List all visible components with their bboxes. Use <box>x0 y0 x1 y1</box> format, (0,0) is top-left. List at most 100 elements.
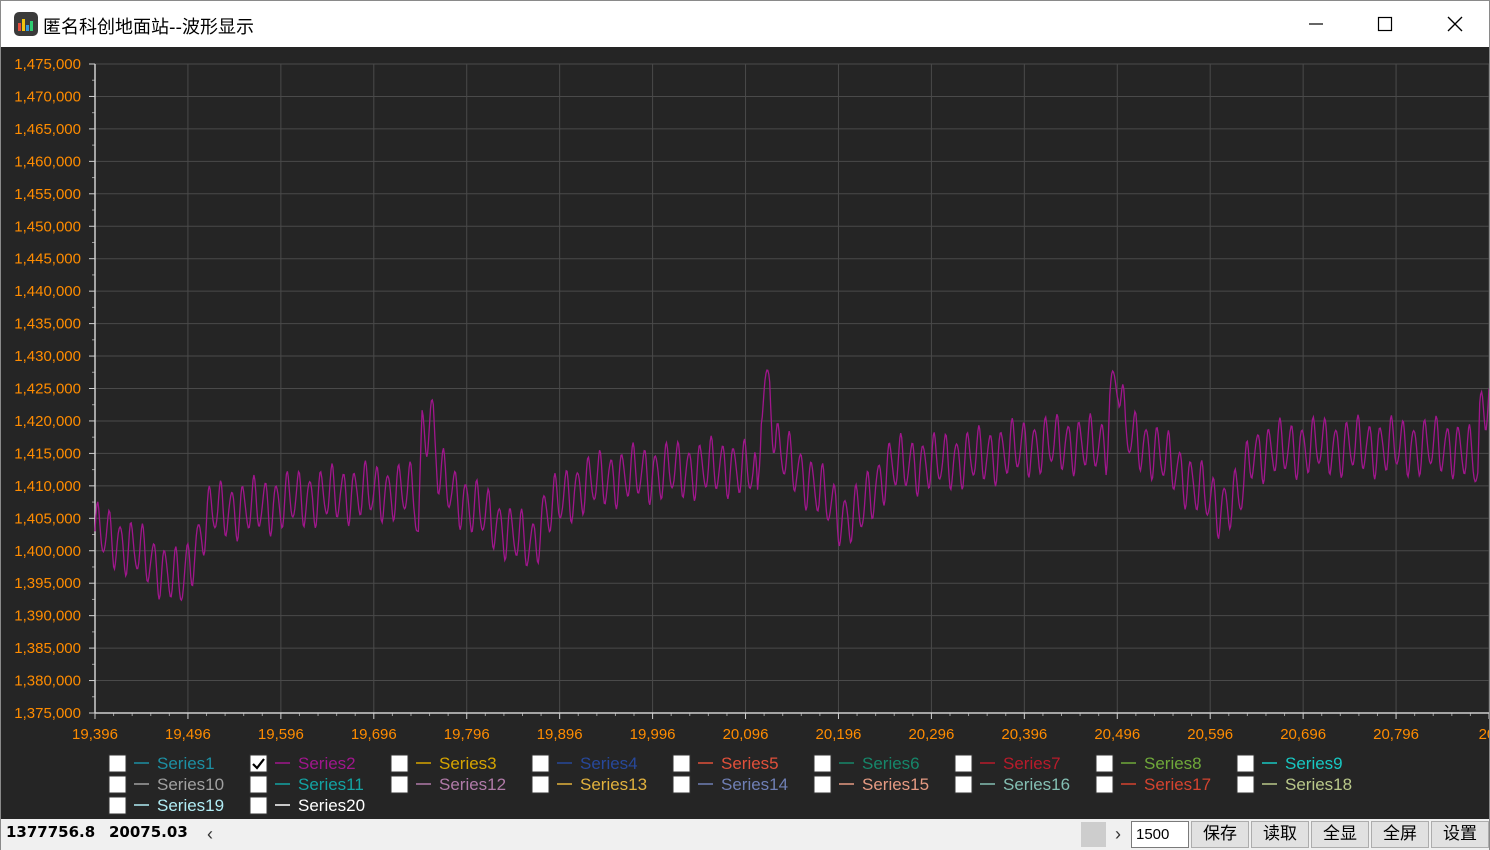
chevron-right-icon[interactable]: › <box>1109 821 1127 847</box>
maximize-button[interactable] <box>1350 1 1420 47</box>
close-button[interactable] <box>1420 1 1490 47</box>
legend-checkbox[interactable] <box>249 754 268 773</box>
fullscreen-button[interactable]: 全屏 <box>1371 821 1429 848</box>
legend-checkbox[interactable] <box>1095 775 1114 794</box>
points-input[interactable]: 1500 <box>1131 821 1189 848</box>
legend-label: Series13 <box>580 775 647 794</box>
legend-checkbox[interactable] <box>249 775 268 794</box>
legend-item-series6[interactable]: Series6 <box>813 754 920 773</box>
close-icon <box>1447 16 1463 32</box>
legend-checkbox[interactable] <box>1095 754 1114 773</box>
legend-label: Series5 <box>721 754 779 773</box>
legend-label: Series8 <box>1144 754 1202 773</box>
legend-label: Series20 <box>298 796 365 815</box>
grid-lines <box>94 63 1490 714</box>
legend-checkbox[interactable] <box>672 775 691 794</box>
legend-item-series2[interactable]: Series2 <box>249 754 356 773</box>
legend-label: Series11 <box>298 775 364 794</box>
legend-checkbox[interactable] <box>531 775 550 794</box>
legend-item-series9[interactable]: Series9 <box>1236 754 1343 773</box>
x-tick-label: 20,296 <box>908 726 954 743</box>
legend-checkbox[interactable] <box>390 775 409 794</box>
legend-item-series19[interactable]: Series19 <box>108 796 224 815</box>
legend-label: Series16 <box>1003 775 1070 794</box>
legend-checkbox[interactable] <box>108 796 127 815</box>
legend: Series1 Series2 Series3 Series4 Series5 Serie… <box>108 754 1352 815</box>
legend-item-series13[interactable]: Series13 <box>531 775 647 794</box>
x-readout: 20075.03 <box>109 823 188 841</box>
legend-checkbox[interactable] <box>108 775 127 794</box>
legend-item-series14[interactable]: Series14 <box>672 775 788 794</box>
legend-label: Series1 <box>157 754 215 773</box>
x-tick-label: 19,996 <box>630 726 676 743</box>
legend-item-series8[interactable]: Series8 <box>1095 754 1202 773</box>
show-all-button[interactable]: 全显 <box>1311 821 1369 848</box>
y-tick-label: 1,470,000 <box>14 88 81 105</box>
legend-checkbox[interactable] <box>813 754 832 773</box>
legend-item-series18[interactable]: Series18 <box>1236 775 1352 794</box>
x-tick-label: 20,396 <box>1001 726 1047 743</box>
legend-item-series20[interactable]: Series20 <box>249 796 365 815</box>
y-tick-label: 1,385,000 <box>14 640 81 657</box>
legend-label: Series10 <box>157 775 224 794</box>
legend-label: Series15 <box>862 775 929 794</box>
scrollbar-thumb[interactable] <box>1081 822 1106 847</box>
legend-checkbox[interactable] <box>531 754 550 773</box>
legend-label: Series4 <box>580 754 638 773</box>
x-tick-label: 20,796 <box>1373 726 1419 743</box>
legend-checkbox[interactable] <box>954 775 973 794</box>
legend-checkbox[interactable] <box>672 754 691 773</box>
save-button[interactable]: 保存 <box>1191 821 1249 848</box>
legend-label: Series18 <box>1285 775 1352 794</box>
legend-checkbox[interactable] <box>813 775 832 794</box>
legend-label: Series14 <box>721 775 788 794</box>
x-tick-label: 19,696 <box>351 726 397 743</box>
legend-checkbox[interactable] <box>390 754 409 773</box>
legend-item-series5[interactable]: Series5 <box>672 754 779 773</box>
y-tick-label: 1,455,000 <box>14 186 81 203</box>
legend-item-series17[interactable]: Series17 <box>1095 775 1211 794</box>
settings-button[interactable]: 设置 <box>1431 821 1489 848</box>
minimize-button[interactable] <box>1281 1 1351 47</box>
legend-checkbox[interactable] <box>249 796 268 815</box>
legend-checkbox[interactable] <box>954 754 973 773</box>
legend-label: Series2 <box>298 754 356 773</box>
y-tick-label: 1,475,000 <box>14 56 81 73</box>
y-tick-label: 1,435,000 <box>14 316 81 333</box>
legend-checkbox[interactable] <box>1236 754 1255 773</box>
y-tick-label: 1,380,000 <box>14 673 81 690</box>
minimize-icon <box>1309 23 1323 25</box>
y-tick-label: 1,420,000 <box>14 413 81 430</box>
y-tick-label: 1,390,000 <box>14 608 81 625</box>
legend-item-series4[interactable]: Series4 <box>531 754 638 773</box>
legend-item-series10[interactable]: Series10 <box>108 775 224 794</box>
waveform-window: 匿名科创地面站--波形显示 1,475,000 1,470,000 1,465,00… <box>0 0 1490 850</box>
y-tick-label: 1,430,000 <box>14 348 81 365</box>
legend-item-series3[interactable]: Series3 <box>390 754 497 773</box>
legend-item-series7[interactable]: Series7 <box>954 754 1061 773</box>
load-button[interactable]: 读取 <box>1251 821 1309 848</box>
waveform-chart[interactable]: 1,475,000 1,470,000 1,465,000 1,460,000 1,45… <box>1 47 1490 819</box>
legend-checkbox[interactable] <box>1236 775 1255 794</box>
y-tick-label: 1,400,000 <box>14 543 81 560</box>
maximize-icon <box>1377 16 1393 32</box>
legend-checkbox[interactable] <box>108 754 127 773</box>
series-lines <box>94 369 1490 602</box>
y-tick-labels: 1,475,000 1,470,000 1,465,000 1,460,000 1,45… <box>14 56 81 722</box>
x-tick-label: 20,696 <box>1280 726 1326 743</box>
chevron-left-icon[interactable]: ‹ <box>201 821 219 847</box>
window-title: 匿名科创地面站--波形显示 <box>43 17 254 38</box>
legend-item-series15[interactable]: Series15 <box>813 775 929 794</box>
x-tick-label: 20,096 <box>723 726 769 743</box>
x-tick-label: 19,796 <box>444 726 490 743</box>
x-tick-label: 19,396 <box>72 726 118 743</box>
x-tick-label: 19,596 <box>258 726 304 743</box>
plot-area[interactable]: 1,475,000 1,470,000 1,465,000 1,460,000 1,45… <box>1 47 1490 819</box>
legend-item-series11[interactable]: Series11 <box>249 775 364 794</box>
legend-item-series12[interactable]: Series12 <box>390 775 506 794</box>
legend-item-series16[interactable]: Series16 <box>954 775 1070 794</box>
title-bar[interactable]: 匿名科创地面站--波形显示 <box>1 1 1489 47</box>
legend-item-series1[interactable]: Series1 <box>108 754 215 773</box>
x-tick-label: 20,496 <box>1094 726 1140 743</box>
y-tick-label: 1,465,000 <box>14 121 81 138</box>
